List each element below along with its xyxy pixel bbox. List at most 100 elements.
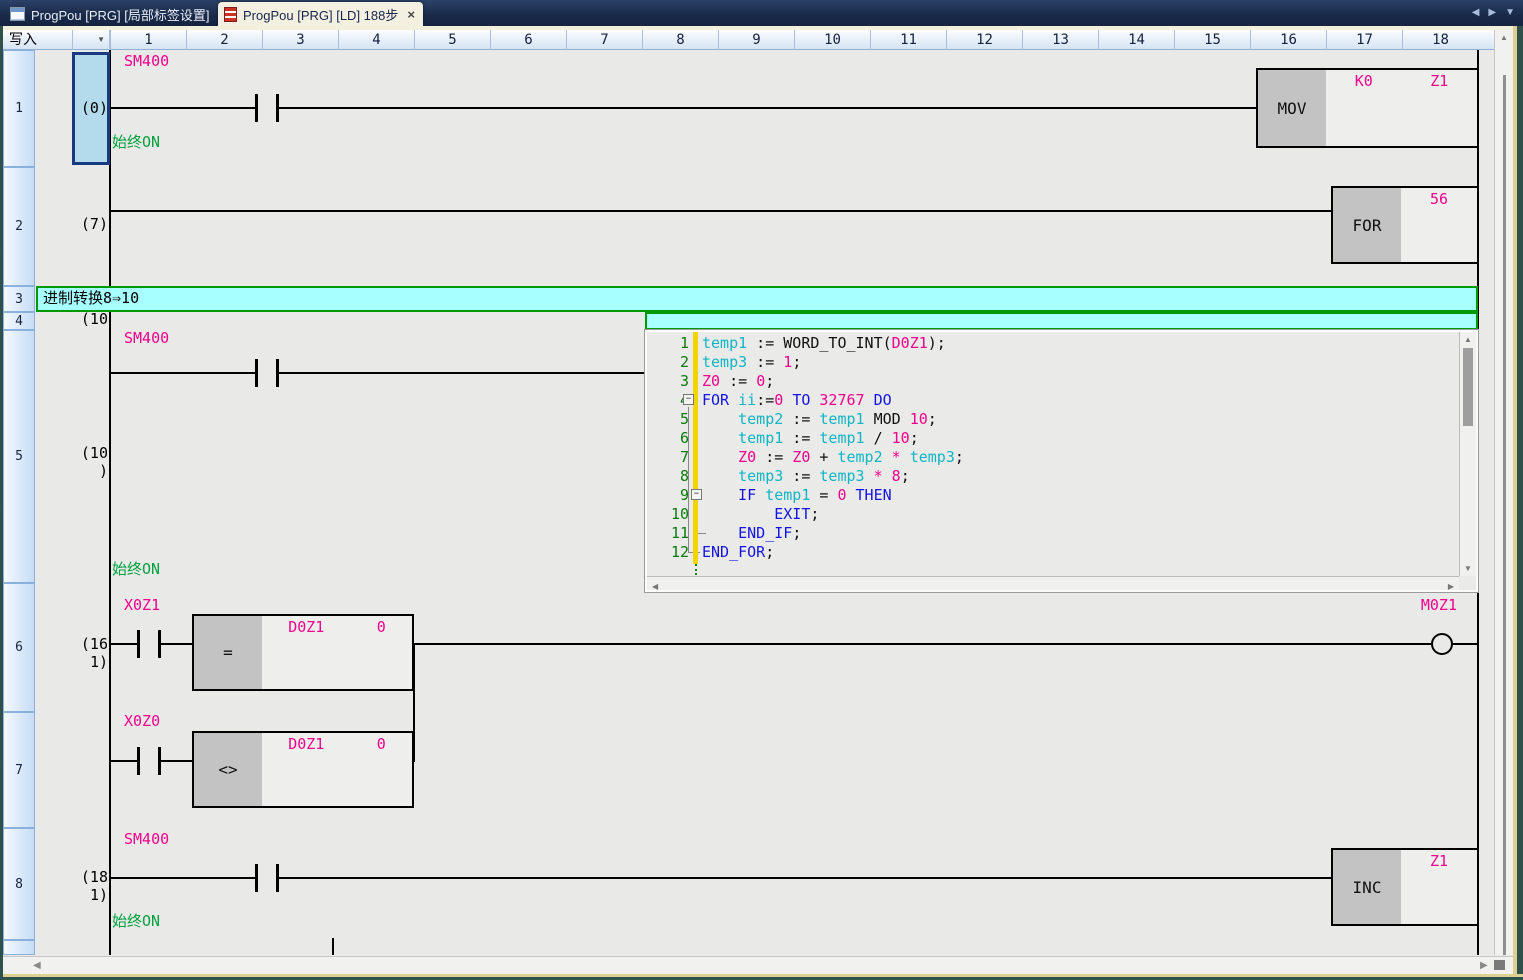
st-token: ; bbox=[765, 543, 774, 561]
row-header-5[interactable]: 5 bbox=[3, 330, 35, 583]
row-header-8[interactable]: 8 bbox=[3, 828, 35, 940]
contact-x0z1[interactable] bbox=[137, 630, 161, 658]
st-token: = bbox=[810, 486, 837, 504]
column-header-10[interactable]: 10 bbox=[794, 30, 870, 50]
st-code-line[interactable]: temp3 := temp3 * 8; bbox=[702, 467, 910, 486]
st-box-header-band[interactable] bbox=[645, 312, 1478, 330]
st-code-line[interactable]: Z0 := 0; bbox=[702, 372, 774, 391]
inc-instruction-block[interactable]: INC Z1 bbox=[1331, 848, 1479, 926]
st-code-line[interactable]: EXIT; bbox=[702, 505, 819, 524]
column-header-11[interactable]: 11 bbox=[870, 30, 946, 50]
device-comment: 始终ON bbox=[112, 131, 160, 152]
st-line-number: 12 bbox=[653, 543, 689, 562]
st-token: ; bbox=[901, 467, 910, 485]
st-code-area[interactable]: 1temp1 := WORD_TO_INT(D0Z1);2temp3 := 1;… bbox=[647, 332, 1459, 576]
contact-sm400-rung8[interactable] bbox=[255, 864, 279, 892]
st-code-line[interactable]: END_FOR; bbox=[702, 543, 774, 562]
scroll-down-icon[interactable]: ▼ bbox=[1464, 564, 1472, 573]
column-header-4[interactable]: 4 bbox=[338, 30, 414, 50]
st-code-line[interactable]: temp1 := temp1 / 10; bbox=[702, 429, 919, 448]
column-header-1[interactable]: 1 bbox=[110, 30, 186, 50]
st-token: ii bbox=[738, 391, 756, 409]
st-token: temp2 bbox=[837, 448, 882, 466]
main-horizontal-scrollbar[interactable]: ◀ ▶ bbox=[3, 956, 1513, 974]
contact-sm400-rung5[interactable] bbox=[255, 359, 279, 387]
column-header-5[interactable]: 5 bbox=[414, 30, 490, 50]
row-header-7[interactable]: 7 bbox=[3, 712, 35, 828]
scroll-up-icon[interactable]: ▲ bbox=[1464, 335, 1472, 344]
column-header-2[interactable]: 2 bbox=[186, 30, 262, 50]
document-tab-bar: ProgPou [PRG] [局部标签设置] ProgPou [PRG] [LD… bbox=[0, 0, 1523, 26]
contact-x0z0[interactable] bbox=[137, 747, 161, 775]
step-number: (10 bbox=[62, 310, 108, 328]
tab-list-menu-icon[interactable]: ▼ bbox=[1505, 7, 1515, 18]
column-header-9[interactable]: 9 bbox=[718, 30, 794, 50]
tab-progpou-local-labels[interactable]: ProgPou [PRG] [局部标签设置] bbox=[4, 2, 219, 26]
st-vertical-scrollbar[interactable]: ▲ ▼ bbox=[1459, 332, 1476, 576]
vscroll-thumb[interactable] bbox=[1503, 75, 1506, 955]
st-code-line[interactable]: Z0 := Z0 + temp2 * temp3; bbox=[702, 448, 964, 467]
st-horizontal-scrollbar[interactable]: ◀ ▶ bbox=[647, 576, 1459, 590]
scroll-left-icon[interactable]: ◀ bbox=[33, 960, 41, 971]
st-token: temp1 bbox=[702, 334, 747, 352]
rung6-wire bbox=[1453, 643, 1477, 645]
st-token bbox=[865, 410, 874, 428]
main-vertical-scrollbar[interactable]: ▲ bbox=[1494, 30, 1513, 955]
row-header-3[interactable]: 3 bbox=[3, 286, 35, 312]
column-header-6[interactable]: 6 bbox=[490, 30, 566, 50]
mov-instruction-block[interactable]: MOV K0 Z1 bbox=[1256, 68, 1479, 148]
column-header-13[interactable]: 13 bbox=[1022, 30, 1098, 50]
row-header-2[interactable]: 2 bbox=[3, 167, 35, 286]
contact-sm400-rung1[interactable] bbox=[255, 94, 279, 122]
column-header-16[interactable]: 16 bbox=[1250, 30, 1326, 50]
st-code-line[interactable]: temp2 := temp1 MOD 10; bbox=[702, 410, 937, 429]
column-header-18[interactable]: 18 bbox=[1402, 30, 1478, 50]
device-label: X0Z1 bbox=[124, 596, 160, 614]
device-label: SM400 bbox=[124, 830, 169, 848]
scroll-up-icon[interactable]: ▲ bbox=[1500, 33, 1508, 42]
tab-progpou-ld[interactable]: ProgPou [PRG] [LD] 188步 × bbox=[218, 2, 423, 26]
inline-st-box[interactable]: 1temp1 := WORD_TO_INT(D0Z1);2temp3 := 1;… bbox=[645, 330, 1478, 592]
st-code-line[interactable]: END_IF; bbox=[702, 524, 801, 543]
row-header-6[interactable]: 6 bbox=[3, 583, 35, 712]
st-token: * bbox=[874, 467, 883, 485]
for-instruction-block[interactable]: FOR 56 bbox=[1331, 186, 1479, 264]
fold-collapse-icon[interactable]: − bbox=[691, 489, 702, 500]
compare-eq-block[interactable]: = D0Z1 0 bbox=[192, 614, 414, 691]
column-header-12[interactable]: 12 bbox=[946, 30, 1022, 50]
column-header-7[interactable]: 7 bbox=[566, 30, 642, 50]
statement-comment-row[interactable]: 进制转换8⇒10 bbox=[36, 286, 1478, 312]
column-header-14[interactable]: 14 bbox=[1098, 30, 1174, 50]
fold-collapse-icon[interactable]: − bbox=[683, 394, 694, 405]
st-vscroll-thumb[interactable] bbox=[1463, 348, 1473, 426]
scroll-right-icon[interactable]: ▶ bbox=[1480, 960, 1488, 971]
scroll-left-icon[interactable]: ◀ bbox=[652, 580, 658, 593]
rung6-wire bbox=[414, 643, 1431, 645]
coil-m0z1[interactable] bbox=[1431, 633, 1453, 655]
st-code-line[interactable]: temp3 := 1; bbox=[702, 353, 801, 372]
step-number: (10 bbox=[62, 444, 108, 462]
st-line-number: 10 bbox=[653, 505, 689, 524]
left-power-rail bbox=[109, 50, 111, 955]
row-header-4[interactable]: 4 bbox=[3, 312, 35, 330]
row-header-1[interactable]: 1 bbox=[3, 50, 35, 167]
compare-ne-block[interactable]: <> D0Z1 0 bbox=[192, 731, 414, 808]
scroll-tabs-right-icon[interactable]: ▶ bbox=[1488, 7, 1496, 18]
scroll-right-icon[interactable]: ▶ bbox=[1448, 580, 1454, 593]
header-dropdown-cell[interactable]: ▼ bbox=[73, 30, 110, 50]
column-header-8[interactable]: 8 bbox=[642, 30, 718, 50]
st-token: 8 bbox=[892, 467, 901, 485]
st-token: 0 bbox=[837, 486, 846, 504]
close-tab-icon[interactable]: × bbox=[407, 7, 415, 22]
st-token: Z0 bbox=[738, 448, 756, 466]
write-mode-cell[interactable]: 写入 bbox=[3, 30, 73, 50]
st-line-number: 1 bbox=[653, 334, 689, 353]
st-code-line[interactable]: FOR ii:=0 TO 32767 DO bbox=[702, 391, 892, 410]
column-header-3[interactable]: 3 bbox=[262, 30, 338, 50]
column-header-15[interactable]: 15 bbox=[1174, 30, 1250, 50]
st-code-line[interactable]: temp1 := WORD_TO_INT(D0Z1); bbox=[702, 334, 946, 353]
scroll-tabs-left-icon[interactable]: ◀ bbox=[1472, 7, 1480, 18]
st-code-line[interactable]: IF temp1 = 0 THEN bbox=[702, 486, 892, 505]
row-header-partial[interactable] bbox=[3, 940, 35, 955]
column-header-17[interactable]: 17 bbox=[1326, 30, 1402, 50]
